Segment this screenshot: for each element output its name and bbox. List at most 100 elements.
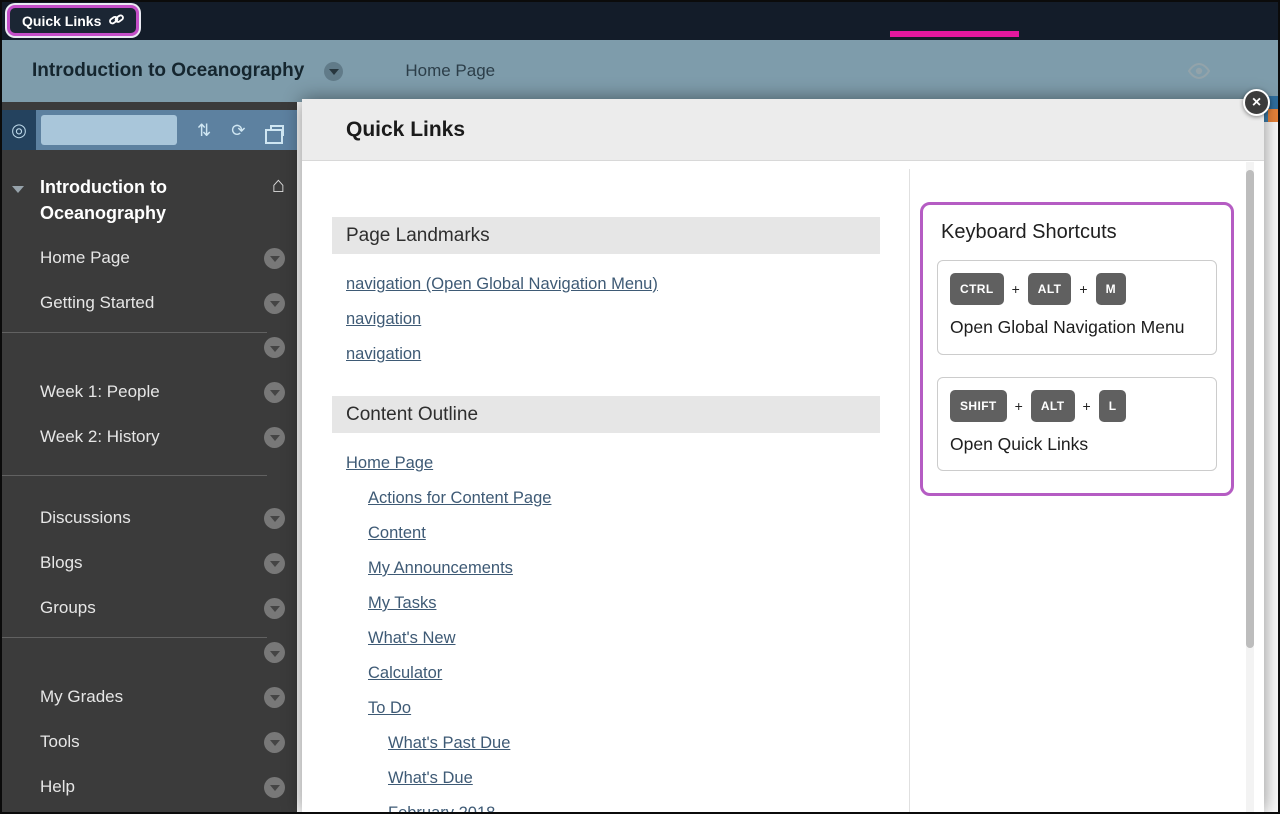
sidebar-item-label: Discussions	[40, 508, 131, 528]
course-menu-sidebar: ◎ ⇅ ⟳ Introduction to Oceanography ⌂ Hom…	[2, 102, 297, 812]
divider-line	[2, 637, 267, 638]
sidebar-item[interactable]: Discussions	[2, 495, 297, 540]
list-item: What's Due	[346, 761, 880, 796]
content-outline-heading: Content Outline	[332, 396, 880, 433]
quick-link[interactable]: Actions for Content Page	[368, 489, 551, 507]
menu-view-target-icon[interactable]: ◎	[2, 110, 36, 150]
sidebar-item-label: Getting Started	[40, 293, 154, 313]
item-options-chevron-icon[interactable]	[264, 687, 285, 708]
page-landmarks-heading-label: Page Landmarks	[346, 225, 490, 247]
keycap: SHIFT	[950, 390, 1007, 422]
keycap: L	[1099, 390, 1127, 422]
sidebar-divider	[2, 630, 297, 674]
list-item: Actions for Content Page	[346, 481, 880, 516]
sidebar-course-title[interactable]: Introduction to Oceanography	[40, 174, 240, 226]
item-options-chevron-icon[interactable]	[264, 732, 285, 753]
divider-line	[2, 475, 267, 476]
item-options-chevron-icon[interactable]	[264, 598, 285, 619]
open-in-window-icon[interactable]	[270, 125, 284, 136]
modal-title: Quick Links	[346, 118, 465, 142]
shortcut-label: Open Global Navigation Menu	[950, 315, 1204, 340]
course-header: Introduction to Oceanography Home Page	[2, 40, 1278, 102]
shortcut-keys: SHIFT+ALT+L	[950, 390, 1204, 422]
item-options-chevron-icon[interactable]	[264, 427, 285, 448]
student-preview-eye-icon[interactable]	[1186, 62, 1212, 85]
home-icon: ⌂	[272, 174, 285, 196]
close-icon[interactable]: ×	[1243, 89, 1270, 116]
item-options-chevron-icon[interactable]	[264, 337, 285, 358]
quick-link[interactable]: What's New	[368, 629, 456, 647]
item-options-chevron-icon[interactable]	[264, 553, 285, 574]
modal-scrollbar-thumb[interactable]	[1246, 170, 1254, 648]
keycap: CTRL	[950, 273, 1004, 305]
keycap: M	[1096, 273, 1126, 305]
quick-links-button-label: Quick Links	[22, 13, 101, 29]
list-item: What's New	[346, 621, 880, 656]
sidebar-item[interactable]: Groups	[2, 585, 297, 630]
list-item: My Tasks	[346, 586, 880, 621]
quick-link[interactable]: What's Due	[388, 769, 473, 787]
course-menu-toolbar: ◎ ⇅ ⟳	[2, 110, 297, 150]
item-options-chevron-icon[interactable]	[264, 642, 285, 663]
item-options-chevron-icon[interactable]	[264, 382, 285, 403]
sidebar-item-label: Week 1: People	[40, 382, 160, 402]
sidebar-item-label: Blogs	[40, 553, 83, 573]
quick-link[interactable]: Home Page	[346, 454, 433, 472]
sidebar-item-label: Week 2: History	[40, 427, 160, 447]
sidebar-divider	[2, 325, 297, 369]
quick-link[interactable]: navigation	[346, 345, 421, 363]
item-options-chevron-icon[interactable]	[264, 248, 285, 269]
collapse-menu-chevron-icon[interactable]	[12, 186, 24, 193]
sidebar-item[interactable]: Blogs	[2, 540, 297, 585]
sidebar-menu: Home Page Getting Started Week 1: People We…	[2, 235, 297, 809]
quick-links-button[interactable]: Quick Links	[7, 5, 139, 36]
list-item: Calculator	[346, 656, 880, 691]
chain-link-icon	[109, 12, 124, 30]
sidebar-item[interactable]: Help	[2, 764, 297, 809]
page-landmarks-links: navigation (Open Global Navigation Menu)…	[346, 267, 880, 372]
sidebar-divider	[2, 459, 297, 495]
modal-body: Page Landmarks navigation (Open Global N…	[302, 161, 1264, 812]
menu-view-toggle[interactable]	[41, 115, 177, 145]
item-options-chevron-icon[interactable]	[264, 777, 285, 798]
sidebar-item-label: My Grades	[40, 687, 123, 707]
quick-links-modal: Quick Links × Page Landmarks navigation …	[302, 99, 1264, 812]
quick-link[interactable]: navigation	[346, 310, 421, 328]
list-item: February 2018	[346, 796, 880, 814]
column-divider	[909, 169, 910, 812]
quick-link[interactable]: Content	[368, 524, 426, 542]
quick-link[interactable]: navigation (Open Global Navigation Menu)	[346, 275, 658, 293]
list-item: Content	[346, 516, 880, 551]
refresh-icon[interactable]: ⟳	[231, 122, 245, 139]
course-menu-chevron-icon[interactable]	[324, 62, 343, 81]
sidebar-item[interactable]: Getting Started	[2, 280, 297, 325]
quick-link[interactable]: February 2018	[388, 804, 495, 814]
sidebar-item[interactable]: Week 1: People	[2, 369, 297, 414]
sidebar-item[interactable]: Week 2: History	[2, 414, 297, 459]
list-item: Home Page	[346, 446, 880, 481]
plus-separator: +	[1083, 398, 1091, 414]
keyboard-shortcuts-column: Keyboard Shortcuts CTRL+ALT+MOpen Global…	[920, 202, 1234, 496]
quick-links-content-column: Page Landmarks navigation (Open Global N…	[332, 217, 880, 814]
item-options-chevron-icon[interactable]	[264, 508, 285, 529]
item-options-chevron-icon[interactable]	[264, 293, 285, 314]
sort-arrows-icon[interactable]: ⇅	[197, 122, 211, 139]
sidebar-item[interactable]: Home Page	[2, 235, 297, 280]
list-item: My Announcements	[346, 551, 880, 586]
quick-link[interactable]: Calculator	[368, 664, 442, 682]
course-header-title: Introduction to Oceanography	[32, 60, 304, 82]
quick-link[interactable]: My Tasks	[368, 594, 436, 612]
quick-link[interactable]: What's Past Due	[388, 734, 510, 752]
plus-separator: +	[1015, 398, 1023, 414]
sidebar-item[interactable]: Tools	[2, 719, 297, 764]
shortcut-keys: CTRL+ALT+M	[950, 273, 1204, 305]
quick-link[interactable]: To Do	[368, 699, 411, 717]
quick-link[interactable]: My Announcements	[368, 559, 513, 577]
sidebar-item[interactable]: My Grades	[2, 674, 297, 719]
shortcut-label: Open Quick Links	[950, 432, 1204, 457]
breadcrumb-page-name: Home Page	[405, 61, 495, 81]
sidebar-item-label: Tools	[40, 732, 80, 752]
list-item: What's Past Due	[346, 726, 880, 761]
page-landmarks-heading: Page Landmarks	[332, 217, 880, 254]
plus-separator: +	[1012, 281, 1020, 297]
